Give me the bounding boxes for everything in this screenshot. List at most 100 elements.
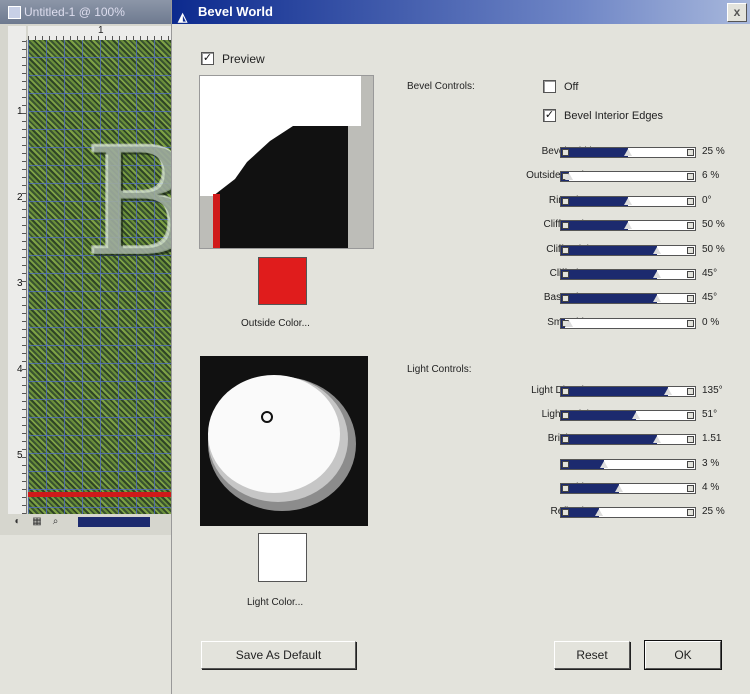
- slider-thumb[interactable]: [664, 388, 672, 395]
- slider-thumb[interactable]: [595, 509, 603, 516]
- document-canvas[interactable]: B: [28, 40, 173, 514]
- slider-thumb[interactable]: [624, 222, 632, 230]
- slider-increment[interactable]: [687, 436, 694, 444]
- slider-decrement[interactable]: [562, 246, 569, 254]
- slider-value: 45°: [702, 268, 718, 279]
- slider-row: Reflection25 %: [402, 506, 742, 520]
- slider-thumb[interactable]: [600, 460, 608, 468]
- cliff-height-slider[interactable]: [560, 244, 696, 256]
- preview-label: Preview: [222, 52, 265, 66]
- shine-slider[interactable]: [560, 482, 696, 494]
- close-button[interactable]: x: [727, 3, 747, 22]
- slider-decrement[interactable]: [562, 197, 569, 205]
- slider-decrement[interactable]: [562, 509, 569, 516]
- slider-thumb[interactable]: [653, 295, 661, 303]
- slider-decrement[interactable]: [562, 460, 569, 468]
- slider-value: 0 %: [702, 316, 720, 328]
- ruler-mark: 3: [17, 278, 23, 289]
- slider-increment[interactable]: [687, 271, 694, 278]
- slider-thumb[interactable]: [624, 197, 632, 205]
- off-checkbox[interactable]: [543, 80, 556, 93]
- slider-decrement[interactable]: [562, 436, 569, 444]
- slider-thumb[interactable]: [624, 149, 632, 156]
- slider-increment[interactable]: [687, 412, 694, 420]
- base-slope-slider[interactable]: [560, 293, 696, 305]
- reflection-slider[interactable]: [560, 507, 696, 518]
- slider-thumb[interactable]: [615, 484, 623, 492]
- slider-thumb[interactable]: [565, 173, 573, 181]
- slider-decrement[interactable]: [562, 222, 569, 230]
- outside-color-label[interactable]: Outside Color...: [241, 318, 310, 329]
- document-status-bar: ◐ ▦ ⌕: [8, 515, 173, 533]
- ok-button[interactable]: OK: [644, 640, 722, 670]
- slider-fill: [561, 148, 628, 157]
- slider-increment[interactable]: [687, 388, 694, 395]
- slider-decrement[interactable]: [562, 149, 569, 156]
- slider-thumb[interactable]: [632, 412, 640, 420]
- app-icon: ◭: [178, 10, 188, 24]
- horizontal-ruler: 1: [28, 25, 173, 41]
- slider-thumb[interactable]: [653, 436, 661, 444]
- ruler-mark: 4: [17, 364, 23, 375]
- grid-icon[interactable]: ▦: [30, 516, 44, 528]
- cliff-portion-slider[interactable]: [560, 220, 696, 232]
- slider-increment[interactable]: [687, 173, 694, 181]
- slider-increment[interactable]: [687, 246, 694, 254]
- slider-decrement[interactable]: [562, 295, 569, 303]
- light-height-slider[interactable]: [560, 410, 696, 422]
- slider-value: 135°: [702, 385, 723, 396]
- red-stripe: [28, 492, 173, 497]
- slider-decrement[interactable]: [562, 484, 569, 492]
- slider-fill: [561, 387, 668, 396]
- slider-row: Cliff Portion50 %: [402, 219, 742, 233]
- slider-value: 51°: [702, 409, 718, 421]
- document-window: Untitled-1 @ 100% 1 1 2 3 4 5 B ◐ ▦ ⌕: [0, 0, 174, 535]
- slider-fill: [561, 270, 657, 279]
- scatter-slider[interactable]: [560, 458, 696, 470]
- slider-increment[interactable]: [687, 222, 694, 230]
- light-direction-slider[interactable]: [560, 386, 696, 397]
- slider-thumb[interactable]: [653, 246, 661, 254]
- light-color-label[interactable]: Light Color...: [247, 597, 303, 608]
- slider-increment[interactable]: [687, 509, 694, 516]
- outside-color-swatch[interactable]: [258, 257, 307, 305]
- status-field[interactable]: [78, 517, 150, 527]
- preview-checkbox[interactable]: ✓: [201, 52, 214, 65]
- outside-portion-slider[interactable]: [560, 171, 696, 183]
- slider-increment[interactable]: [687, 319, 694, 327]
- slider-row: Scatter3 %: [402, 458, 742, 472]
- preview-scrollbar[interactable]: [361, 76, 373, 248]
- bevel-interior-checkbox[interactable]: ✓: [543, 109, 556, 122]
- save-as-default-button[interactable]: Save As Default: [201, 641, 356, 669]
- slider-fill: [561, 411, 636, 421]
- reset-button[interactable]: Reset: [554, 641, 630, 669]
- slider-thumb[interactable]: [565, 319, 573, 327]
- slider-thumb[interactable]: [653, 271, 661, 278]
- slider-decrement[interactable]: [562, 388, 569, 395]
- slider-value: 4 %: [702, 481, 720, 493]
- document-title: Untitled-1 @ 100%: [24, 5, 125, 19]
- slider-decrement[interactable]: [562, 271, 569, 278]
- slider-fill: [561, 483, 619, 493]
- slider-row: Outside Portion6 %: [402, 170, 742, 184]
- slider-increment[interactable]: [687, 295, 694, 303]
- slider-increment[interactable]: [687, 197, 694, 205]
- slider-increment[interactable]: [687, 460, 694, 468]
- rim-slope-slider[interactable]: [560, 195, 696, 207]
- cliff-slope-slider[interactable]: [560, 269, 696, 280]
- document-title-bar[interactable]: Untitled-1 @ 100%: [0, 0, 173, 24]
- ruler-mark: 1: [98, 25, 104, 36]
- light-sphere-preview[interactable]: [200, 356, 368, 526]
- slider-fill: [561, 221, 628, 231]
- bevel-world-dialog: ◭ Bevel World x ✓ Preview Outside Color.…: [171, 0, 750, 694]
- zoom-icon[interactable]: ⌕: [50, 516, 61, 528]
- brightness-slider[interactable]: [560, 434, 696, 446]
- slider-increment[interactable]: [687, 484, 694, 492]
- dialog-title-bar[interactable]: ◭ Bevel World x: [172, 0, 750, 24]
- slider-decrement[interactable]: [562, 412, 569, 420]
- globe-icon[interactable]: ◐: [12, 516, 23, 528]
- bevel-width-slider[interactable]: [560, 147, 696, 158]
- smoothing-slider[interactable]: [560, 317, 696, 329]
- light-color-swatch[interactable]: [258, 533, 307, 582]
- slider-increment[interactable]: [687, 149, 694, 156]
